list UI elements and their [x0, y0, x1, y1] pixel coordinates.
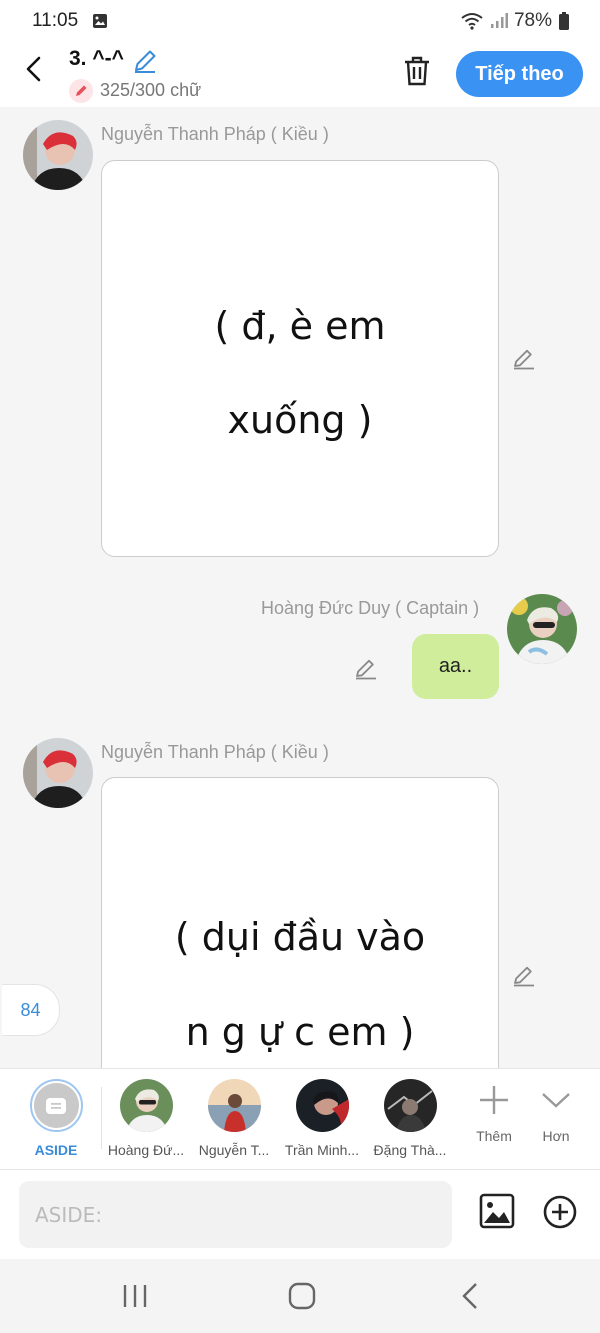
avatar[interactable] [23, 120, 93, 190]
more-label: Thêm [476, 1128, 512, 1144]
aside-avatar [29, 1079, 83, 1132]
speaker-item[interactable]: Trần Minh... [278, 1079, 366, 1158]
speaker-avatar [119, 1079, 173, 1132]
pencil-badge-icon [69, 79, 93, 103]
next-button[interactable]: Tiếp theo [456, 51, 583, 97]
message-line: n g ự c em ) [185, 1010, 415, 1054]
battery-percent: 78% [513, 10, 552, 31]
expand-label: Hơn [542, 1128, 570, 1144]
author-name: Nguyễn Thanh Pháp ( Kiều ) [101, 124, 329, 144]
recent-apps-icon[interactable] [115, 1279, 155, 1313]
speaker-label: ASIDE [34, 1142, 78, 1158]
status-bar: 11:05 78% [0, 0, 600, 42]
edit-message-icon[interactable] [354, 656, 378, 680]
message-line: xuống ) [227, 398, 373, 442]
trash-icon[interactable] [401, 54, 433, 88]
edit-message-icon[interactable] [512, 346, 536, 370]
plus-icon [480, 1086, 508, 1114]
speaker-item[interactable]: Nguyễn T... [190, 1079, 278, 1158]
speaker-aside[interactable]: ASIDE [12, 1079, 100, 1158]
system-nav-bar [0, 1259, 600, 1333]
add-circle-icon[interactable] [543, 1195, 577, 1229]
back-nav-icon[interactable] [450, 1279, 490, 1313]
battery-icon [559, 12, 569, 30]
signal-icon [490, 13, 508, 28]
message-counter[interactable]: 84 [2, 984, 60, 1036]
wifi-icon [461, 13, 483, 30]
aside-icon [33, 1083, 79, 1128]
back-arrow-icon[interactable] [20, 54, 50, 84]
speaker-avatar [207, 1079, 261, 1132]
more-speakers-button[interactable]: Thêm [464, 1083, 524, 1144]
speaker-bar: ASIDE Hoàng Đứ... Nguyễn T... Trần Minh.… [0, 1068, 600, 1169]
speaker-label: Hoàng Đứ... [107, 1142, 185, 1158]
speaker-item[interactable]: Hoàng Đứ... [102, 1079, 190, 1158]
message-card[interactable]: ( đ, è em xuống ) [101, 160, 499, 557]
home-icon[interactable] [282, 1279, 322, 1313]
episode-title[interactable]: 3. ^-^ [69, 47, 124, 71]
speaker-label: Trần Minh... [284, 1142, 360, 1158]
status-time: 11:05 [32, 10, 79, 31]
message-bubble[interactable]: aa.. [412, 634, 499, 699]
char-count: 325/300 chữ [100, 80, 202, 100]
status-right: 78% [460, 10, 570, 32]
author-name: Hoàng Đức Duy ( Captain ) [261, 598, 480, 618]
message-line: ( dụi đầu vào [174, 915, 426, 959]
edit-title-icon[interactable] [132, 48, 158, 74]
author-name: Nguyễn Thanh Pháp ( Kiều ) [101, 742, 329, 762]
edit-message-icon[interactable] [512, 963, 536, 987]
speaker-label: Đặng Thà... [373, 1142, 447, 1158]
expand-button[interactable]: Hơn [526, 1083, 586, 1144]
speaker-avatar [383, 1079, 437, 1132]
gallery-notification-icon [93, 14, 107, 28]
message-input[interactable]: ASIDE: [19, 1181, 452, 1248]
speaker-label: Nguyễn T... [198, 1142, 270, 1158]
chevron-down-icon [542, 1093, 570, 1108]
image-icon[interactable] [479, 1193, 515, 1229]
avatar[interactable] [23, 738, 93, 808]
avatar[interactable] [507, 594, 577, 664]
composer: ASIDE: [0, 1169, 600, 1260]
header: 3. ^-^ 325/300 chữ Tiếp theo [0, 42, 600, 107]
speaker-avatar [295, 1079, 349, 1132]
message-card[interactable]: ( dụi đầu vào n g ự c em ) [101, 777, 499, 1099]
speaker-item[interactable]: Đặng Thà... [366, 1079, 454, 1158]
message-line: ( đ, è em [214, 304, 386, 348]
